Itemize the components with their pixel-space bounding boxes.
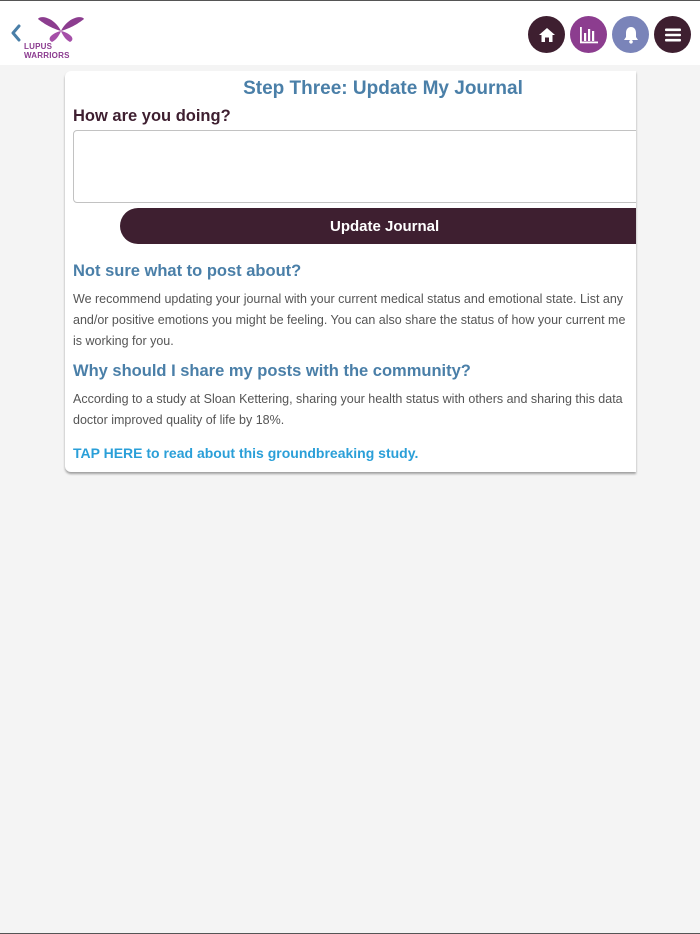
section-body-why-share: According to a study at Sloan Kettering,… [73,389,636,431]
app-screen: LUPUS WARRIORS Step Three: Update My Jou… [0,0,700,934]
notifications-button[interactable] [612,16,649,53]
top-header: LUPUS WARRIORS [0,1,700,65]
study-link[interactable]: TAP HERE to read about this groundbreaki… [73,445,418,461]
question-label: How are you doing? [73,107,231,125]
body-line: doctor improved quality of life by 18%. [73,413,285,427]
lupus-warriors-logo: LUPUS WARRIORS [24,13,100,60]
menu-button[interactable] [654,16,691,53]
body-line: According to a study at Sloan Kettering,… [73,392,623,406]
section-heading-post-ideas: Not sure what to post about? [73,262,302,280]
bell-icon [623,26,638,44]
body-line: is working for you. [73,334,174,348]
stats-button[interactable] [570,16,607,53]
body-line: and/or positive emotions you might be fe… [73,313,626,327]
chevron-left-icon [11,24,21,42]
back-button[interactable] [6,19,26,47]
logo-text: LUPUS WARRIORS [24,42,70,60]
nav-icon-group [528,16,691,53]
journal-input[interactable] [73,130,636,203]
butterfly-icon [38,17,84,42]
bar-chart-icon [579,26,598,43]
page-title: Step Three: Update My Journal [243,78,523,99]
body-line: We recommend updating your journal with … [73,292,624,306]
update-journal-button[interactable]: Update Journal [120,208,636,244]
home-button[interactable] [528,16,565,53]
menu-icon [664,28,681,41]
home-icon [538,27,555,42]
journal-card: Step Three: Update My Journal How are yo… [65,71,636,472]
section-heading-why-share: Why should I share my posts with the com… [73,362,471,380]
section-body-post-ideas: We recommend updating your journal with … [73,289,636,352]
